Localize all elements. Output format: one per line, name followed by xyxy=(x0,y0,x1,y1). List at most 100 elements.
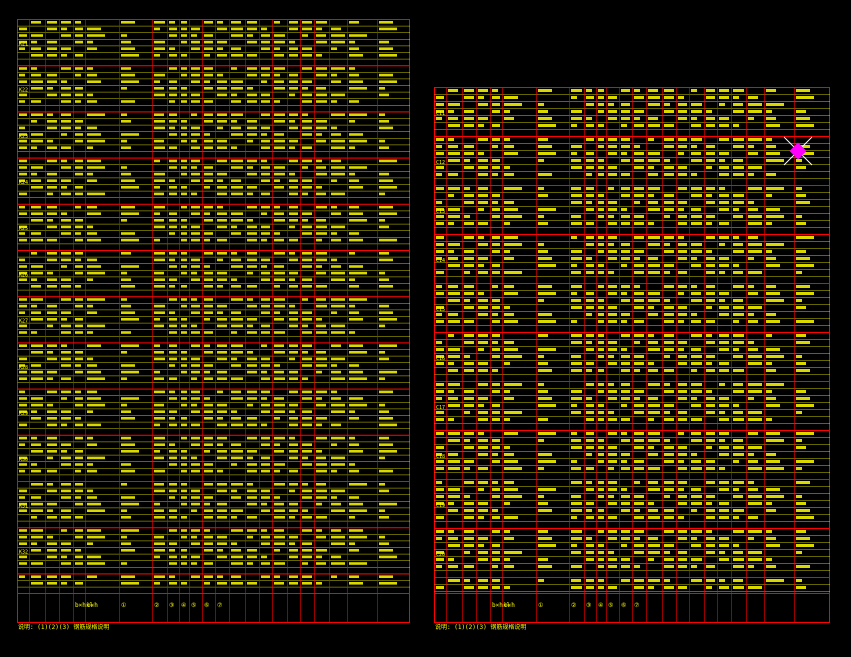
cell-text xyxy=(504,341,514,344)
cell-text xyxy=(448,285,458,288)
cell-text xyxy=(621,432,627,435)
cell-text xyxy=(154,271,164,275)
cell-text xyxy=(719,243,725,246)
cell-text xyxy=(464,236,474,239)
cell-text xyxy=(231,509,243,512)
cell-text xyxy=(289,159,298,163)
cell-text xyxy=(464,397,474,400)
cell-text xyxy=(204,40,213,44)
cell-text xyxy=(464,411,470,414)
cell-text xyxy=(47,304,57,308)
cell-text xyxy=(706,586,712,589)
cell-text xyxy=(331,469,337,473)
cell-text xyxy=(733,250,744,253)
cell-text xyxy=(87,364,97,367)
cell-text xyxy=(349,397,363,400)
cell-text xyxy=(504,411,522,414)
cell-text xyxy=(61,186,67,189)
cell-text xyxy=(706,432,715,435)
cell-text xyxy=(231,390,241,394)
cell-text xyxy=(121,232,135,235)
cell-text xyxy=(621,369,630,372)
cell-text xyxy=(261,423,267,427)
cell-text xyxy=(436,138,444,141)
cell-text xyxy=(538,432,556,435)
cell-text xyxy=(274,351,285,354)
cell-text xyxy=(61,410,71,413)
cell-text xyxy=(621,299,630,302)
cell-text xyxy=(289,271,298,275)
cell-text xyxy=(664,586,674,589)
cell-text xyxy=(634,404,644,407)
cell-text xyxy=(766,208,780,211)
cell-text xyxy=(586,383,594,386)
cell-text xyxy=(191,258,200,262)
cell-text xyxy=(169,93,177,97)
cell-text xyxy=(621,418,630,421)
cell-text xyxy=(664,236,674,239)
cell-text xyxy=(379,516,389,519)
cell-text xyxy=(75,390,81,394)
cell-text xyxy=(181,54,187,57)
cell-text xyxy=(598,173,604,176)
cell-text xyxy=(274,410,285,413)
cell-text xyxy=(247,205,257,209)
cell-text xyxy=(247,562,253,565)
cell-text xyxy=(331,509,345,512)
cell-text xyxy=(719,313,729,316)
cell-text xyxy=(436,418,444,421)
cell-text xyxy=(204,562,213,565)
cell-text xyxy=(217,159,227,163)
cell-text xyxy=(247,159,257,163)
cell-text xyxy=(464,362,474,365)
cell-text xyxy=(464,355,470,358)
cell-text xyxy=(31,370,43,374)
cell-text xyxy=(61,483,71,486)
cell-text xyxy=(181,351,187,354)
cell-text xyxy=(733,516,739,519)
cell-text xyxy=(691,299,702,302)
cell-text xyxy=(316,252,327,255)
cell-text xyxy=(247,252,257,255)
cell-text xyxy=(464,257,474,260)
cell-text xyxy=(571,257,582,260)
cell-text xyxy=(634,341,640,344)
cell-text xyxy=(678,306,687,309)
cell-text xyxy=(217,483,227,486)
cell-text xyxy=(492,579,500,582)
cell-text xyxy=(349,166,367,169)
cell-text xyxy=(634,159,644,162)
cell-text xyxy=(719,159,725,162)
cell-text xyxy=(621,117,630,120)
cell-text xyxy=(621,397,630,400)
cell-text xyxy=(217,271,227,275)
cell-text xyxy=(31,351,43,354)
cell-text xyxy=(231,219,243,222)
cell-text xyxy=(261,34,270,37)
cell-text xyxy=(719,96,729,99)
cell-text xyxy=(75,324,83,328)
cell-text xyxy=(706,502,712,505)
cell-text xyxy=(87,27,101,31)
cell-text xyxy=(154,575,165,578)
cell-text xyxy=(464,481,474,484)
cell-text xyxy=(87,166,105,169)
cell-text xyxy=(217,436,227,440)
cell-text xyxy=(621,313,630,316)
cell-text xyxy=(274,298,285,301)
cell-text xyxy=(634,579,644,582)
cell-text xyxy=(766,215,784,218)
cell-text xyxy=(316,549,327,552)
cell-text xyxy=(719,299,725,302)
cell-text xyxy=(608,96,617,99)
cell-text xyxy=(492,320,500,323)
cell-text xyxy=(75,265,83,268)
cell-text xyxy=(719,201,729,204)
cell-text xyxy=(154,252,165,255)
cell-text xyxy=(478,383,488,386)
cell-text xyxy=(678,355,687,358)
cell-text xyxy=(464,215,470,218)
cell-text xyxy=(719,418,729,421)
cell-text xyxy=(379,489,389,493)
cell-text xyxy=(204,172,213,176)
